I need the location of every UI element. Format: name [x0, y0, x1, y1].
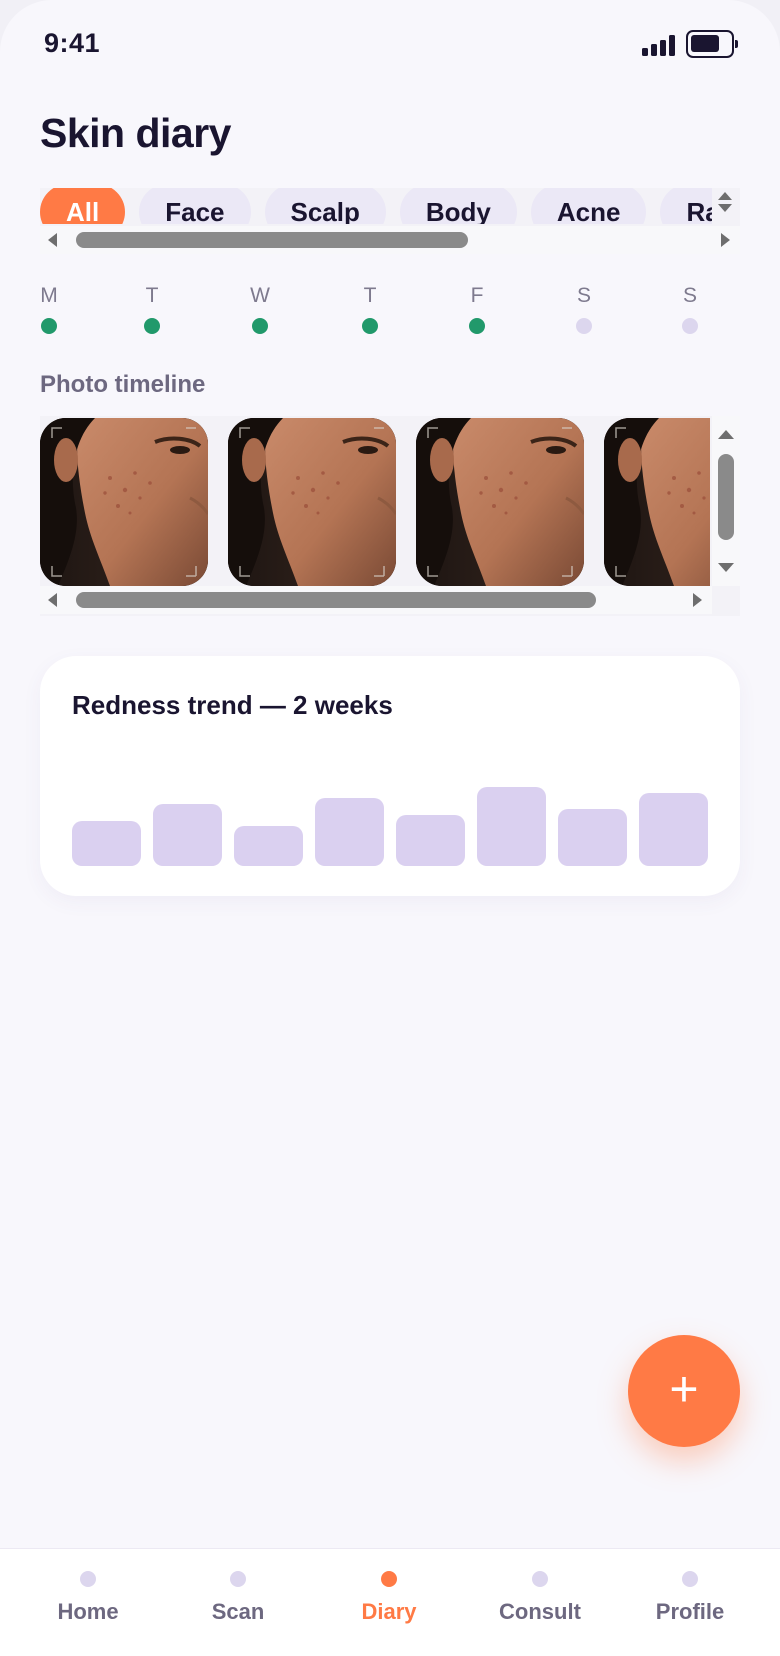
logged-dot [144, 318, 160, 334]
week-day[interactable]: S [678, 284, 702, 334]
redness-bar-chart [72, 766, 708, 866]
timeline-photo[interactable] [604, 418, 710, 586]
photo-timeline-title: Photo timeline [40, 371, 206, 398]
phone-screen: 9:41 Skin diary All Face Scalp Body Acne Ra M… [0, 0, 780, 1656]
day-label: M [40, 284, 58, 307]
photo-timeline-scroller[interactable] [40, 416, 740, 616]
photo-row [40, 416, 710, 586]
redness-bar [558, 809, 627, 866]
week-day[interactable]: M [37, 284, 61, 334]
logged-dot [469, 318, 485, 334]
tab-scan[interactable]: Scan [178, 1571, 298, 1625]
page-title: Skin diary [40, 110, 231, 156]
day-label: T [363, 284, 377, 307]
filter-chip-face[interactable]: Face [139, 188, 251, 224]
logged-dot [362, 318, 378, 334]
scroll-up-arrow-icon[interactable] [718, 430, 734, 439]
day-label: T [145, 284, 159, 307]
scroll-up-arrow-icon[interactable] [718, 192, 732, 200]
day-label: S [682, 284, 697, 307]
photo-vertical-scrollbar[interactable] [712, 416, 740, 586]
status-bar: 9:41 [0, 0, 780, 90]
tab-indicator-dot [230, 1571, 246, 1587]
scroll-down-arrow-icon[interactable] [718, 204, 732, 212]
filter-chip-scroller[interactable]: All Face Scalp Body Acne Ra [40, 188, 740, 254]
tab-label: Home [57, 1599, 119, 1624]
filter-chip-body[interactable]: Body [399, 188, 517, 224]
bottom-tab-bar: Home Scan Diary Consult Profile [0, 1548, 780, 1656]
tab-indicator-dot [532, 1571, 548, 1587]
day-label: W [250, 284, 270, 307]
add-entry-button[interactable]: + [628, 1335, 740, 1447]
timeline-photo[interactable] [228, 418, 396, 586]
tab-label: Scan [211, 1599, 265, 1624]
signal-icon [642, 34, 676, 56]
week-day[interactable]: T [358, 284, 382, 334]
scroll-down-arrow-icon[interactable] [718, 563, 734, 572]
week-strip: MTWTFSS [40, 284, 740, 344]
tab-label: Diary [361, 1599, 417, 1624]
logged-dot [41, 318, 57, 334]
tab-home[interactable]: Home [28, 1571, 148, 1625]
redness-bar [396, 815, 465, 866]
redness-bar [153, 804, 222, 866]
pending-dot [576, 318, 592, 334]
scrollbar-thumb[interactable] [76, 232, 468, 248]
filter-vertical-scroll-arrows[interactable] [716, 192, 734, 222]
tab-indicator-dot [80, 1571, 96, 1587]
scroll-left-arrow-icon[interactable] [48, 593, 57, 607]
filter-chip-acne[interactable]: Acne [530, 188, 647, 224]
plus-icon: + [669, 1361, 699, 1417]
scroll-left-arrow-icon[interactable] [48, 233, 57, 247]
filter-chip-row: All Face Scalp Body Acne Ra [40, 188, 712, 224]
timeline-photo[interactable] [416, 418, 584, 586]
redness-bar [234, 826, 303, 866]
tab-indicator-dot [381, 1571, 397, 1587]
redness-bar [315, 798, 384, 866]
scrollbar-thumb[interactable] [718, 454, 734, 540]
week-day[interactable]: S [572, 284, 596, 334]
timeline-photo[interactable] [40, 418, 208, 586]
tab-profile[interactable]: Profile [630, 1571, 750, 1625]
tab-diary[interactable]: Diary [329, 1571, 449, 1625]
filter-chip-ra[interactable]: Ra [660, 188, 712, 224]
week-day[interactable]: F [465, 284, 489, 334]
pending-dot [682, 318, 698, 334]
day-label: S [576, 284, 591, 307]
day-label: F [470, 284, 484, 307]
status-time: 9:41 [44, 28, 101, 58]
scroll-right-arrow-icon[interactable] [693, 593, 702, 607]
redness-bar [72, 821, 141, 866]
scroll-right-arrow-icon[interactable] [721, 233, 730, 247]
filter-chip-all[interactable]: All [40, 188, 126, 224]
filter-chip-scalp[interactable]: Scalp [264, 188, 386, 224]
logged-dot [252, 318, 268, 334]
filter-horizontal-scrollbar[interactable] [40, 226, 740, 254]
photo-horizontal-scrollbar[interactable] [40, 586, 712, 614]
tab-label: Consult [499, 1599, 581, 1624]
redness-trend-card[interactable]: Redness trend — 2 weeks [40, 656, 740, 896]
redness-trend-title: Redness trend — 2 weeks [72, 690, 393, 720]
week-day[interactable]: T [140, 284, 164, 334]
scrollbar-thumb[interactable] [76, 592, 596, 608]
tab-consult[interactable]: Consult [480, 1571, 600, 1625]
redness-bar [639, 793, 708, 866]
redness-bar [477, 787, 546, 866]
tab-indicator-dot [682, 1571, 698, 1587]
tab-label: Profile [655, 1599, 725, 1624]
week-day[interactable]: W [248, 284, 272, 334]
battery-icon [686, 30, 738, 58]
